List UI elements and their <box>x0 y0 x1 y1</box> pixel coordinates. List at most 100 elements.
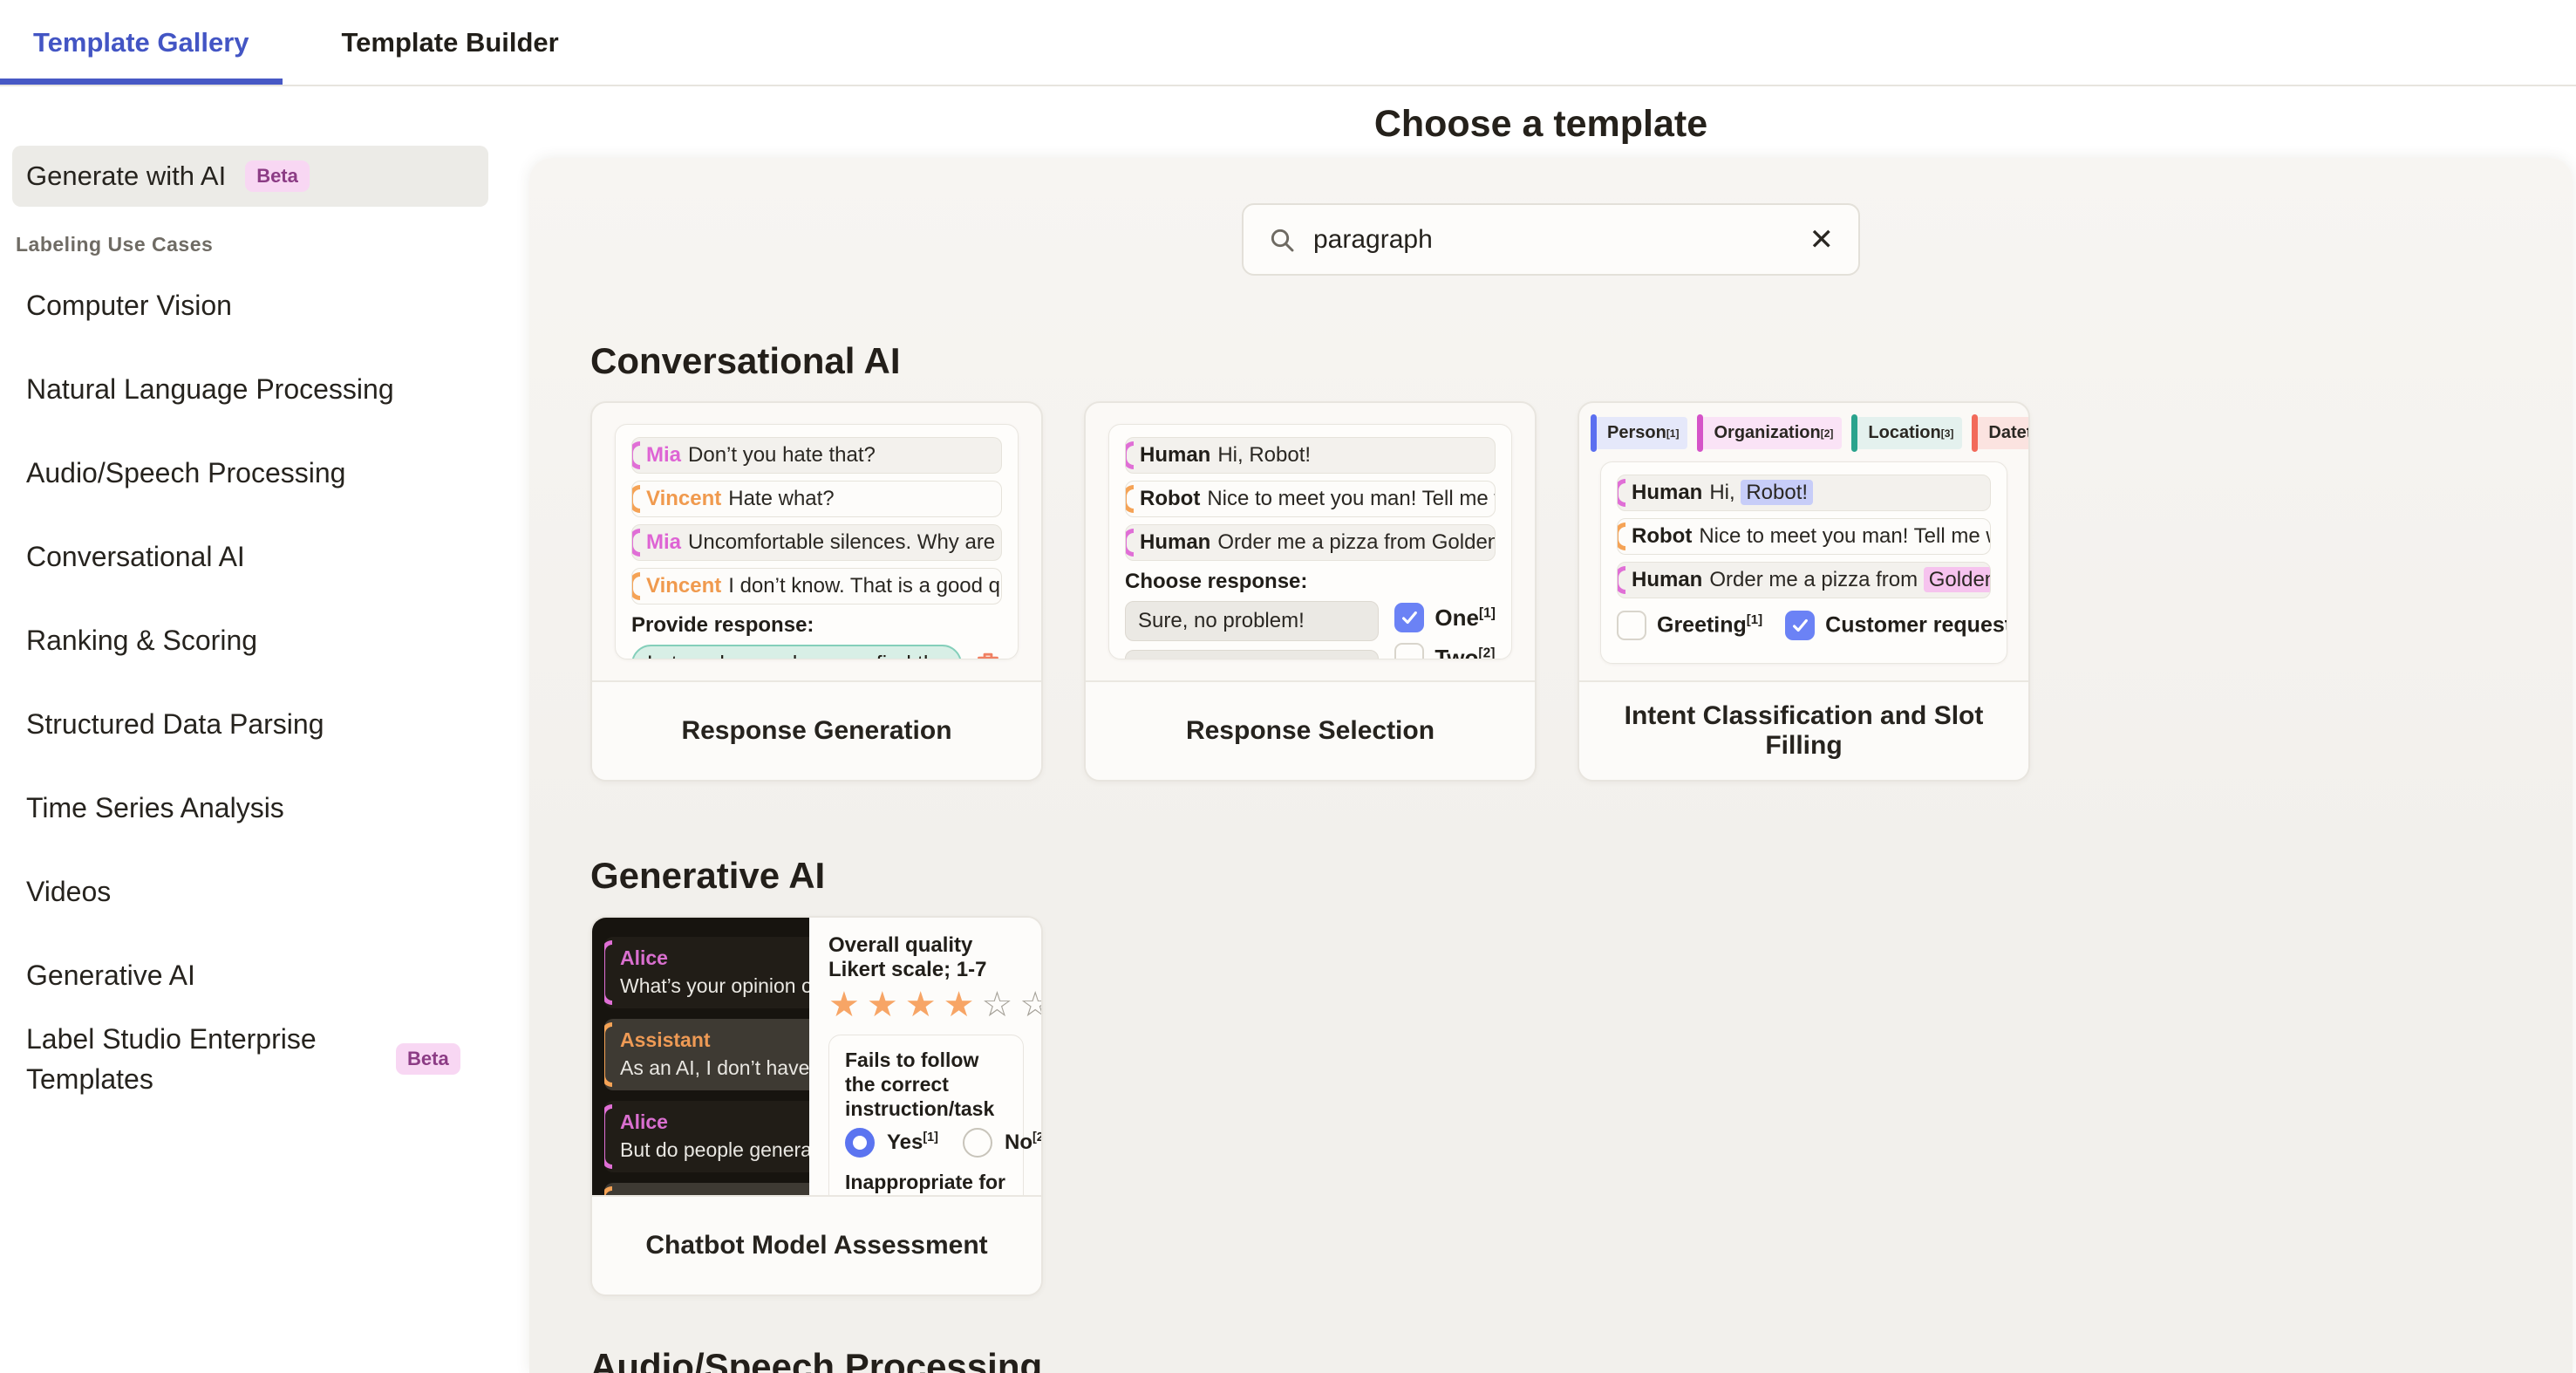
chat-bubble: HumanHi, Robot! <box>1617 475 1991 511</box>
tag-datetime[interactable]: Datetime[4] <box>1976 417 2028 449</box>
choice-two-checkbox[interactable]: Two[2] <box>1394 643 1496 659</box>
assessment-questions-panel: Fails to follow the correct instruction/… <box>828 1035 1024 1195</box>
search-input[interactable] <box>1313 225 1792 255</box>
sidebar-item-enterprise-templates[interactable]: Label Studio Enterprise Templates Beta <box>0 1017 506 1101</box>
bracket-icon <box>1617 566 1625 594</box>
section-heading-generative-ai: Generative AI <box>590 855 2573 897</box>
card-title-response-generation: Response Generation <box>592 680 1041 780</box>
chat-bubble: AssistantAs an AI, I don’t have person <box>604 1019 809 1090</box>
tag-organization[interactable]: Organization[2] <box>1701 417 1842 449</box>
tab-template-gallery[interactable]: Template Gallery <box>0 0 283 85</box>
beta-badge: Beta <box>396 1043 460 1075</box>
intent-customer-request-checkbox[interactable]: Customer request[2] <box>1785 611 2007 640</box>
radio-unselected-icon[interactable] <box>963 1128 992 1158</box>
choose-response-label: Choose response: <box>1125 570 1496 594</box>
checkbox-unchecked-icon[interactable] <box>1617 611 1646 640</box>
bracket-icon <box>604 1104 612 1169</box>
checkbox-unchecked-icon[interactable] <box>1394 643 1424 659</box>
question-fails-instruction: Fails to follow the correct instruction/… <box>845 1048 1007 1158</box>
chat-bubble: VincentHate what? <box>631 481 1002 517</box>
radio-selected-icon[interactable] <box>845 1128 875 1158</box>
section-heading-conversational-ai: Conversational AI <box>590 340 2573 382</box>
generative-cards-row: AliceWhat’s your opinion on pine Assista… <box>590 916 2573 1296</box>
delete-trash-icon[interactable] <box>974 650 1002 660</box>
card-preview: Person[1] Organization[2] Location[3] Da… <box>1579 403 2028 680</box>
checkbox-checked-icon[interactable] <box>1394 603 1424 632</box>
sidebar-item-nlp[interactable]: Natural Language Processing <box>0 347 506 431</box>
person-highlight[interactable]: Robot! <box>1741 480 1813 505</box>
card-preview: AliceWhat’s your opinion on pine Assista… <box>592 918 1041 1195</box>
provide-response-label: Provide response: <box>631 613 1002 638</box>
bracket-icon <box>631 441 640 469</box>
star-empty-icon[interactable]: ☆ <box>981 987 1012 1022</box>
chat-bubble: RobotNice to meet you man! Tell me what … <box>1125 481 1496 517</box>
template-card-response-selection[interactable]: HumanHi, Robot! RobotNice to meet you ma… <box>1084 401 1537 782</box>
bracket-icon <box>631 572 640 600</box>
chat-bubble: MiaDon’t you hate that? <box>631 437 1002 474</box>
template-card-response-generation[interactable]: MiaDon’t you hate that? VincentHate what… <box>590 401 1043 782</box>
chat-bubble: HumanOrder me a pizza from Golden Boy at… <box>1125 524 1496 561</box>
labeling-use-cases-label: Labeling Use Cases <box>16 233 506 256</box>
likert-star-rating[interactable]: ★ ★ ★ ★ ☆ ☆ ☆ <box>828 987 1024 1022</box>
bracket-icon <box>631 529 640 557</box>
bracket-icon <box>604 940 612 1005</box>
chat-bubble: AliceWhat’s your opinion on pine <box>604 937 809 1008</box>
tag-location[interactable]: Location[3] <box>1856 417 1962 449</box>
response-text-field[interactable]: Let me know when you find the answer <box>631 645 962 659</box>
sidebar-item-conversational-ai[interactable]: Conversational AI <box>0 515 506 598</box>
template-card-chatbot-model-assessment[interactable]: AliceWhat’s your opinion on pine Assista… <box>590 916 1043 1296</box>
likert-scale-label: Overall quality Likert scale; 1-7 <box>828 933 1024 982</box>
choice-one-checkbox[interactable]: One[1] <box>1394 603 1496 632</box>
response-option-1[interactable]: Sure, no problem! <box>1125 601 1379 641</box>
bracket-icon <box>1125 441 1134 469</box>
organization-highlight[interactable]: Golden Boy <box>1924 567 1991 592</box>
intent-greeting-checkbox[interactable]: Greeting[1] <box>1617 611 1762 640</box>
bracket-icon <box>604 1186 612 1195</box>
chat-bubble: AliceBut do people generally like i <box>604 1101 809 1172</box>
bracket-icon <box>1125 529 1134 557</box>
sidebar-use-case-list: Computer Vision Natural Language Process… <box>0 263 506 1101</box>
chat-bubble: AssistantSome people enjoy it, while o <box>604 1183 809 1195</box>
sidebar-item-generate-with-ai[interactable]: Generate with AI Beta <box>12 146 488 207</box>
chat-bubble: RobotNice to meet you man! Tell me what … <box>1617 518 1991 555</box>
bracket-icon <box>1617 479 1625 507</box>
chat-bubble: HumanHi, Robot! <box>1125 437 1496 474</box>
sidebar-item-generative-ai[interactable]: Generative AI <box>0 933 506 1017</box>
top-tab-bar: Template Gallery Template Builder <box>0 0 2576 86</box>
template-search-box[interactable]: ✕ <box>1242 203 1860 276</box>
sidebar-item-audio-speech[interactable]: Audio/Speech Processing <box>0 431 506 515</box>
main-area: Choose a template ✕ Conversational AI Mi… <box>506 86 2576 1373</box>
chat-bubble: VincentI don’t know. That is a good ques… <box>631 568 1002 605</box>
bracket-icon <box>631 485 640 513</box>
bracket-icon <box>604 1022 612 1087</box>
sidebar-item-time-series[interactable]: Time Series Analysis <box>0 766 506 850</box>
clear-search-icon[interactable]: ✕ <box>1809 225 1835 255</box>
response-option-2[interactable]: Sorry it’s too early, can we change the … <box>1125 650 1379 659</box>
star-filled-icon[interactable]: ★ <box>867 987 898 1022</box>
card-title-chatbot-model-assessment: Chatbot Model Assessment <box>592 1195 1041 1294</box>
section-heading-audio-speech: Audio/Speech Processing <box>590 1346 2573 1373</box>
dark-chat-panel: AliceWhat’s your opinion on pine Assista… <box>592 918 809 1195</box>
sidebar-item-structured-data[interactable]: Structured Data Parsing <box>0 682 506 766</box>
tab-template-builder[interactable]: Template Builder <box>309 0 592 85</box>
beta-badge: Beta <box>245 161 310 192</box>
sidebar-item-videos[interactable]: Videos <box>0 850 506 933</box>
star-filled-icon[interactable]: ★ <box>905 987 937 1022</box>
question-inappropriate: Inappropriate for customer assistant Yes… <box>845 1170 1007 1195</box>
template-card-intent-slot-filling[interactable]: Person[1] Organization[2] Location[3] Da… <box>1578 401 2030 782</box>
search-icon <box>1268 226 1296 254</box>
chat-bubble: HumanOrder me a pizza from Golden Boy at… <box>1617 562 1991 598</box>
star-filled-icon[interactable]: ★ <box>828 987 860 1022</box>
star-filled-icon[interactable]: ★ <box>944 987 975 1022</box>
sidebar-item-computer-vision[interactable]: Computer Vision <box>0 263 506 347</box>
bracket-icon <box>1617 523 1625 550</box>
tag-person[interactable]: Person[1] <box>1595 417 1687 449</box>
card-title-intent-slot-filling: Intent Classification and Slot Filling <box>1579 680 2028 780</box>
generate-with-ai-label: Generate with AI <box>26 161 226 192</box>
page-title: Choose a template <box>506 92 2576 153</box>
sidebar-item-ranking-scoring[interactable]: Ranking & Scoring <box>0 598 506 682</box>
checkbox-checked-icon[interactable] <box>1785 611 1815 640</box>
entity-tag-row: Person[1] Organization[2] Location[3] Da… <box>1595 417 2007 449</box>
star-empty-icon[interactable]: ☆ <box>1019 987 1041 1022</box>
conversational-cards-row: MiaDon’t you hate that? VincentHate what… <box>590 401 2573 782</box>
